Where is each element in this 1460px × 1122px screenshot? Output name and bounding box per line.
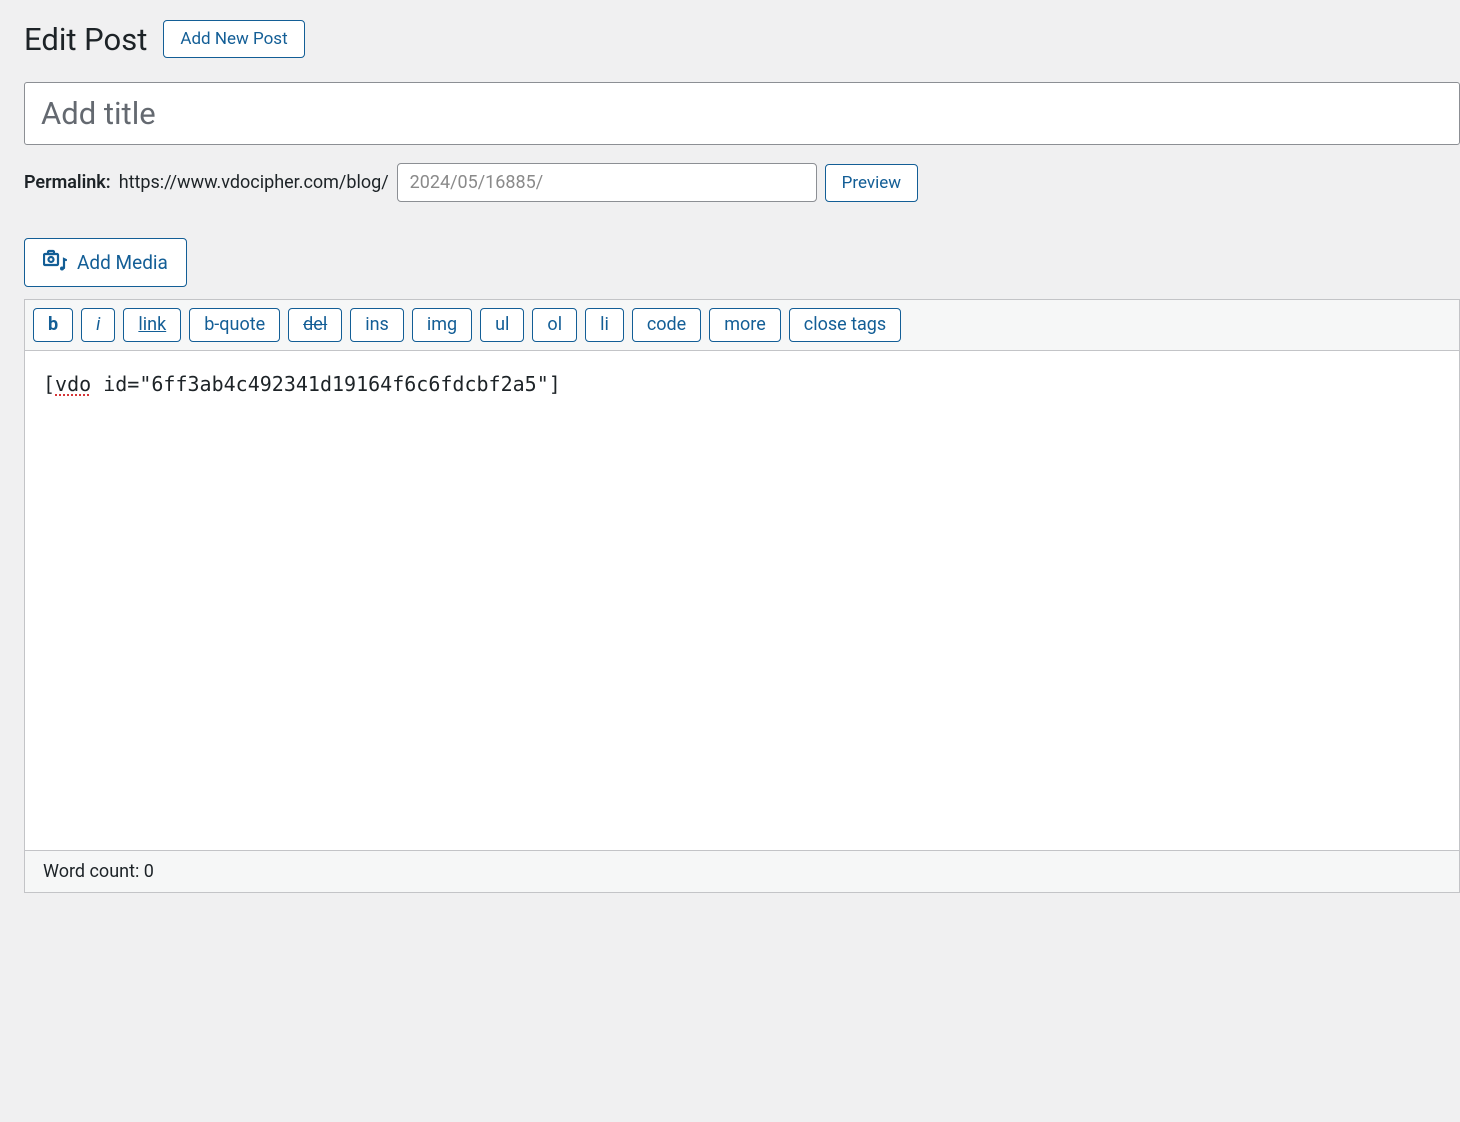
qt-italic-button[interactable]: i — [81, 308, 115, 342]
qt-li-button[interactable]: li — [585, 308, 624, 342]
editor-status-bar: Word count: 0 — [25, 851, 1459, 892]
permalink-label: Permalink: — [24, 172, 111, 193]
qt-ul-button[interactable]: ul — [480, 308, 524, 342]
qt-del-button[interactable]: del — [288, 308, 342, 342]
preview-button[interactable]: Preview — [825, 164, 918, 202]
qt-bquote-button[interactable]: b-quote — [189, 308, 280, 342]
permalink-base-url: https://www.vdocipher.com/blog/ — [119, 172, 389, 193]
content-text-spellerr: vdo — [55, 372, 91, 396]
word-count-label: Word count: — [43, 861, 144, 882]
word-count-value: 0 — [144, 861, 154, 882]
qt-bold-button[interactable]: b — [33, 308, 73, 342]
qt-img-button[interactable]: img — [412, 308, 472, 342]
qt-more-button[interactable]: more — [709, 308, 781, 342]
qt-close-tags-button[interactable]: close tags — [789, 308, 901, 342]
content-text-prefix: [ — [43, 372, 55, 396]
permalink-slug-input[interactable] — [397, 163, 817, 202]
post-content-textarea[interactable]: [vdo id="6ff3ab4c492341d19164f6c6fdcbf2a… — [25, 351, 1459, 851]
content-text-suffix: id="6ff3ab4c492341d19164f6c6fdcbf2a5"] — [91, 372, 561, 396]
quicktags-toolbar: b i link b-quote del ins img ul ol li co… — [25, 300, 1459, 351]
add-media-label: Add Media — [77, 251, 168, 274]
add-media-button[interactable]: Add Media — [24, 238, 187, 287]
editor-container: b i link b-quote del ins img ul ol li co… — [24, 299, 1460, 893]
qt-code-button[interactable]: code — [632, 308, 701, 342]
page-title: Edit Post — [24, 21, 147, 58]
qt-ol-button[interactable]: ol — [532, 308, 577, 342]
camera-music-icon — [43, 249, 67, 276]
add-new-post-button[interactable]: Add New Post — [163, 20, 304, 58]
qt-ins-button[interactable]: ins — [350, 308, 404, 342]
qt-link-button[interactable]: link — [123, 308, 181, 342]
post-title-input[interactable] — [24, 82, 1460, 145]
